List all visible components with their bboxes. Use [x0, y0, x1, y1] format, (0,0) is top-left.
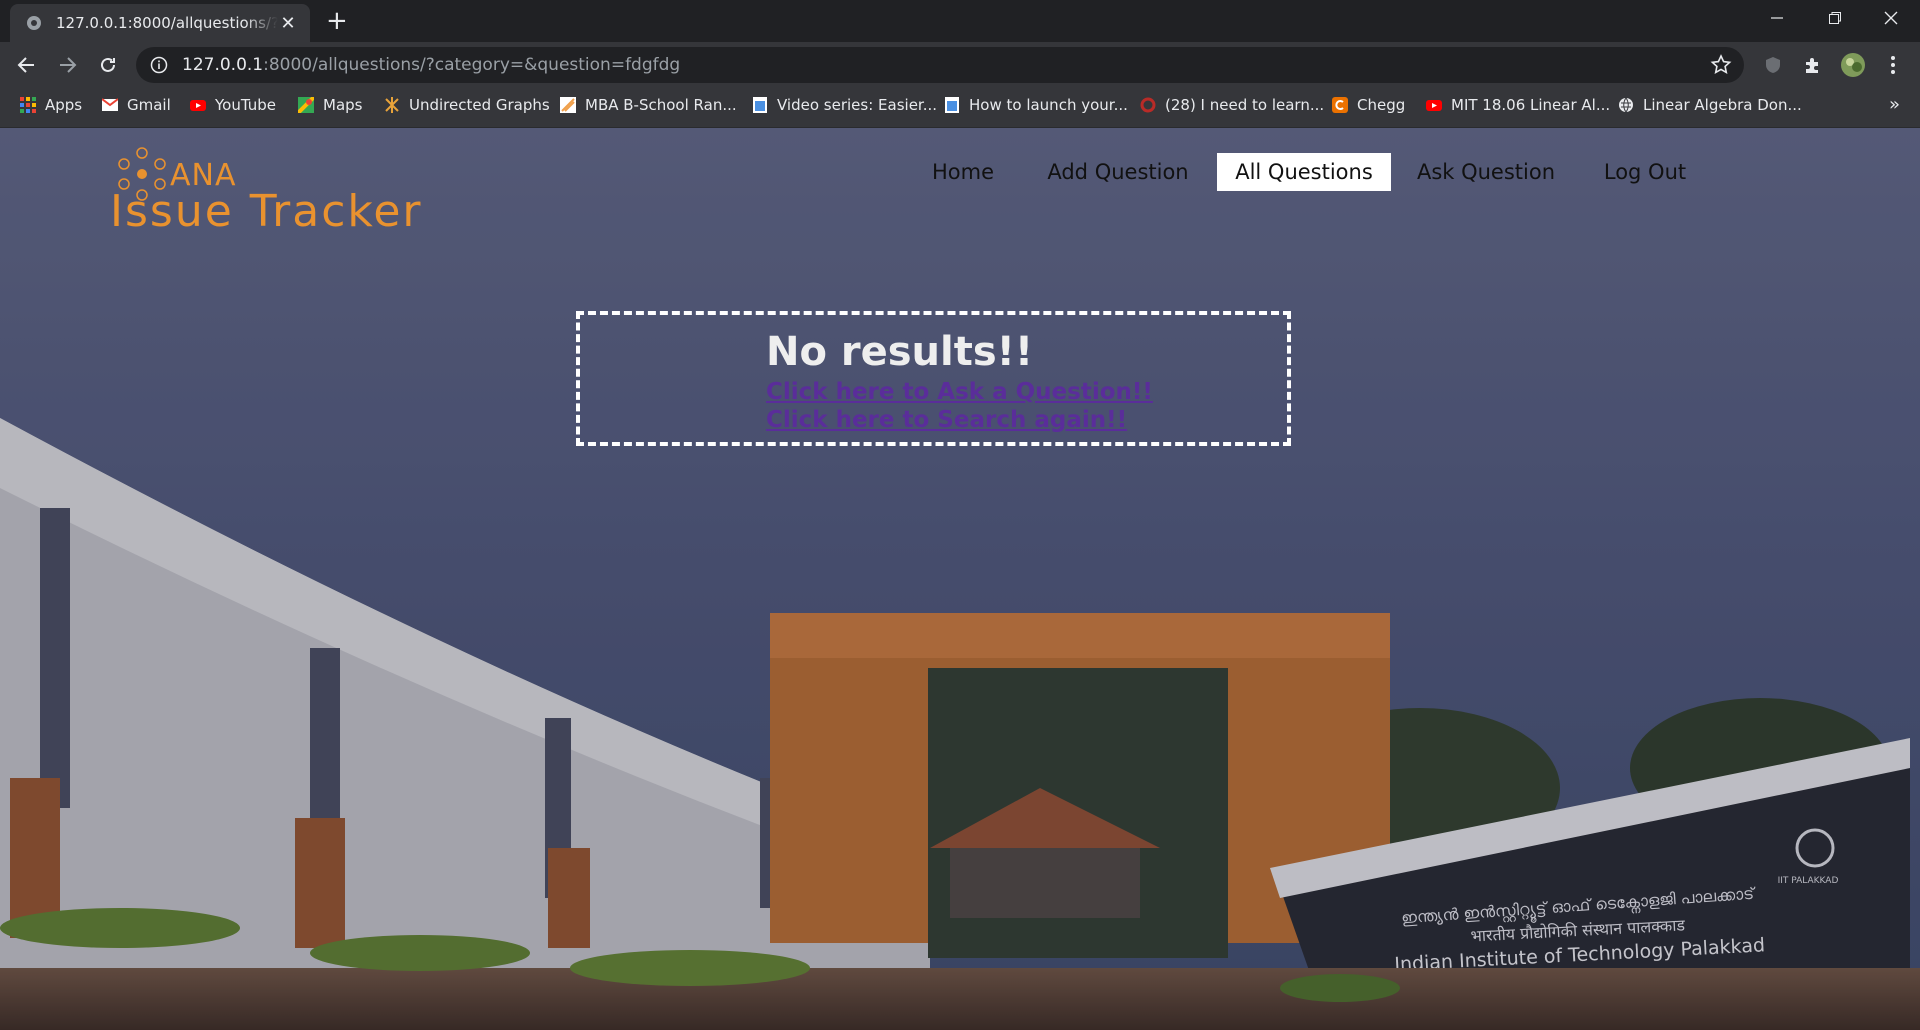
youtube-icon — [190, 100, 206, 111]
address-bar[interactable]: 127.0.0.1:8000/allquestions/?category=&q… — [136, 47, 1744, 83]
nav-ask-question[interactable]: Ask Question — [1412, 153, 1560, 191]
bookmarks-bar: Apps Gmail YouTube Maps Undirected Graph… — [0, 88, 1920, 128]
url-text: 127.0.0.1:8000/allquestions/?category=&q… — [182, 55, 681, 75]
profile-avatar[interactable] — [1840, 52, 1866, 78]
nav-all-questions[interactable]: All Questions — [1217, 153, 1391, 191]
tab-title: 127.0.0.1:8000/allquestions/?category=&q… — [56, 14, 278, 32]
site-logo[interactable]: ANA Issue Tracker — [110, 144, 470, 237]
bookmark-apps[interactable]: Apps — [20, 88, 82, 122]
back-arrow-icon[interactable] — [12, 51, 40, 79]
logo-issue-tracker-text: Issue Tracker — [110, 186, 423, 237]
bookmark-quora[interactable]: (28) I need to learn... — [1140, 88, 1324, 122]
ask-question-link[interactable]: Click here to Ask a Question!! — [766, 379, 1153, 405]
bookmark-chegg[interactable]: Chegg — [1332, 88, 1405, 122]
nav-home[interactable]: Home — [912, 153, 1014, 191]
apps-grid-icon — [20, 97, 36, 113]
bookmark-video-series[interactable]: Video series: Easier... — [752, 88, 937, 122]
shield-extension-icon[interactable] — [1760, 52, 1786, 78]
background-dim-overlay — [0, 128, 1920, 1030]
youtube-icon — [1426, 100, 1442, 111]
bookmark-linear-algebra[interactable]: Linear Algebra Don... — [1618, 88, 1802, 122]
bookmark-how-to-launch[interactable]: How to launch your... — [944, 88, 1128, 122]
forward-arrow-icon[interactable] — [54, 51, 82, 79]
restore-icon[interactable] — [1806, 0, 1864, 36]
ranking-icon — [560, 97, 576, 113]
site-info-icon[interactable] — [150, 56, 168, 74]
chegg-icon — [1332, 97, 1348, 113]
bookmark-mit-linear[interactable]: MIT 18.06 Linear Al... — [1426, 88, 1610, 122]
no-results-heading: No results!! — [766, 329, 1034, 375]
tab-close-icon[interactable]: ✕ — [278, 13, 298, 34]
menu-dots-icon[interactable] — [1880, 52, 1906, 78]
gmail-icon — [102, 98, 118, 111]
minimize-icon[interactable] — [1748, 0, 1806, 36]
bookmark-youtube[interactable]: YouTube — [190, 88, 276, 122]
close-window-icon[interactable] — [1862, 0, 1920, 36]
globe-icon — [27, 16, 41, 30]
quora-icon — [1140, 97, 1156, 113]
no-results-panel: No results!! Click here to Ask a Questio… — [576, 311, 1291, 446]
graph-icon — [385, 97, 399, 113]
tab-strip: 127.0.0.1:8000/allquestions/?category=&q… — [0, 0, 1920, 42]
maps-icon — [298, 97, 314, 113]
reload-icon[interactable] — [94, 51, 122, 79]
bookmark-mba[interactable]: MBA B-School Ran... — [560, 88, 737, 122]
bookmark-undirected-graphs[interactable]: Undirected Graphs — [384, 88, 550, 122]
new-tab-plus-icon[interactable]: + — [326, 8, 348, 34]
docs-icon — [753, 97, 767, 113]
extensions-puzzle-icon[interactable] — [1800, 52, 1826, 78]
browser-toolbar: 127.0.0.1:8000/allquestions/?category=&q… — [0, 42, 1920, 88]
docs-icon — [945, 97, 959, 113]
nav-log-out[interactable]: Log Out — [1590, 153, 1700, 191]
bookmark-star-icon[interactable] — [1710, 54, 1732, 76]
search-again-link[interactable]: Click here to Search again!! — [766, 407, 1127, 433]
nav-add-question[interactable]: Add Question — [1042, 153, 1194, 191]
bookmarks-overflow-icon[interactable]: » — [1889, 94, 1900, 115]
browser-tab[interactable]: 127.0.0.1:8000/allquestions/?category=&q… — [10, 4, 310, 42]
bookmark-gmail[interactable]: Gmail — [102, 88, 171, 122]
globe-icon — [1619, 97, 1633, 113]
page-viewport: IIT PALAKKAD ഇന്ത്യൻ ഇൻസ്റ്റിറ്റ്യൂട്ട് … — [0, 128, 1920, 1030]
bookmark-maps[interactable]: Maps — [298, 88, 362, 122]
